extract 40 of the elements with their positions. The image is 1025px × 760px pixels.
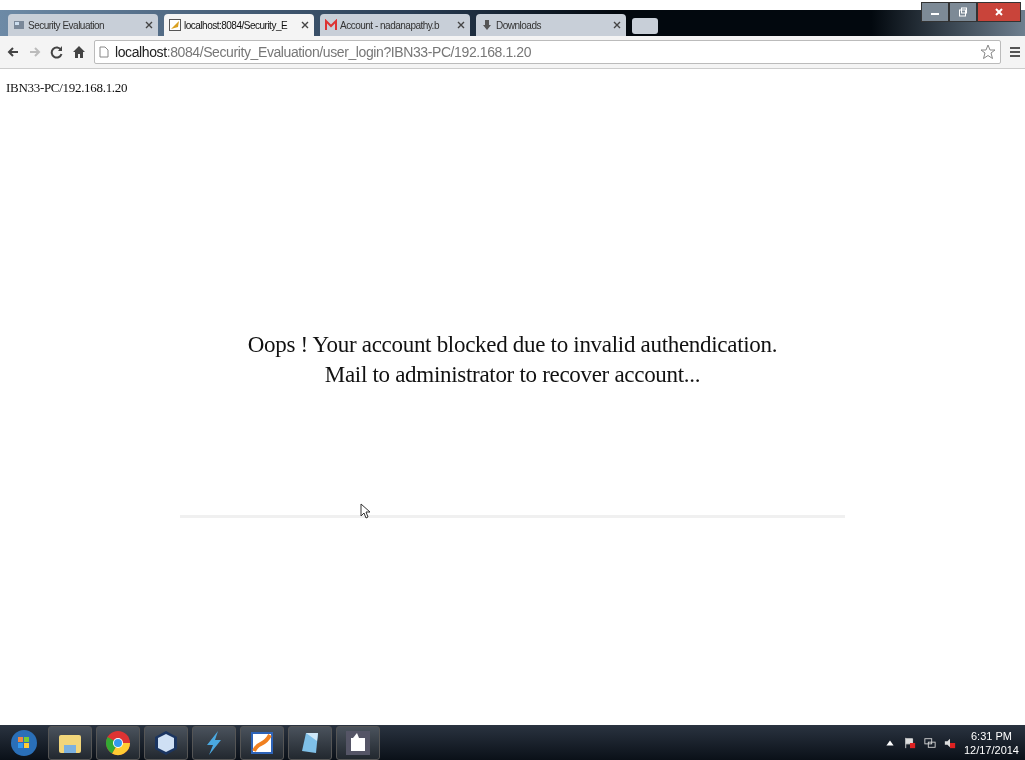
browser-tab[interactable]: localhost:8084/Security_E: [164, 14, 314, 36]
error-message: Oops ! Your account blocked due to invalid authendication.: [247, 331, 778, 359]
close-icon[interactable]: [301, 21, 309, 29]
menu-icon[interactable]: [1009, 46, 1021, 58]
network-icon[interactable]: [923, 736, 936, 749]
time-text: 6:31 PM: [971, 728, 1012, 743]
url-text: localhost:8084/Security_Evaluation/user_login?IBN33-PC/192.168.1.20: [115, 44, 533, 60]
reload-icon[interactable]: [50, 45, 64, 59]
mail-icon: [325, 19, 337, 31]
star-icon[interactable]: [980, 44, 996, 60]
minimize-button[interactable]: [921, 2, 949, 22]
download-icon: [481, 19, 493, 31]
close-icon: [994, 7, 1004, 17]
paint-icon[interactable]: [240, 725, 284, 760]
clock[interactable]: 6:31 PM 12/17/2014: [963, 728, 1019, 757]
close-icon[interactable]: [613, 21, 621, 29]
folder-icon[interactable]: [48, 725, 92, 760]
notepad-icon[interactable]: [288, 725, 332, 760]
host-address-text: IBN33-PC/192.168.1.20: [5, 79, 129, 96]
browser-tab[interactable]: Account - nadanapathy.b: [320, 14, 470, 36]
restore-button[interactable]: [949, 2, 977, 22]
close-icon[interactable]: [145, 21, 153, 29]
page-icon: [13, 19, 25, 31]
lightning-icon[interactable]: [192, 725, 236, 760]
flag-icon[interactable]: [903, 736, 916, 749]
error-message: Mail to administrator to recover account...: [324, 361, 701, 389]
restore-icon: [958, 7, 968, 17]
home-icon[interactable]: [72, 45, 86, 59]
close-button[interactable]: [977, 2, 1021, 22]
speaker-icon[interactable]: [943, 736, 956, 749]
back-icon[interactable]: [6, 45, 20, 59]
browser-tab[interactable]: Security Evaluation: [8, 14, 158, 36]
cube-icon[interactable]: [144, 725, 188, 760]
browser-tab[interactable]: Downloads: [476, 14, 626, 36]
page-icon: [99, 46, 109, 58]
chrome-icon[interactable]: [96, 725, 140, 760]
mouse-cursor-icon: [360, 503, 370, 519]
close-icon[interactable]: [457, 21, 465, 29]
address-bar[interactable]: localhost:8084/Security_Evaluation/user_login?IBN33-PC/192.168.1.20: [94, 40, 1001, 64]
date-text: 12/17/2014: [963, 742, 1019, 757]
